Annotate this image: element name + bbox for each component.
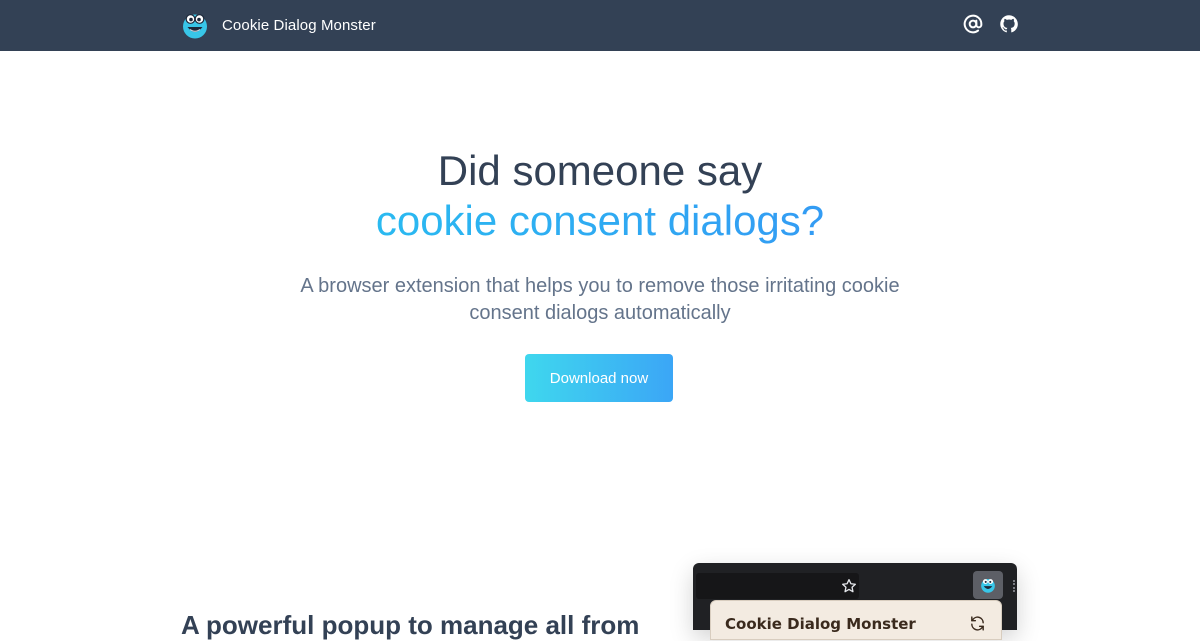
header-icon-links bbox=[963, 14, 1019, 34]
mock-url-bar bbox=[696, 573, 859, 599]
star-icon bbox=[842, 579, 856, 593]
browser-mockup: Cookie Dialog Monster bbox=[693, 563, 1017, 640]
extension-popup: Cookie Dialog Monster bbox=[710, 600, 1002, 640]
hero-title: Did someone say cookie consent dialogs? bbox=[0, 146, 1200, 246]
brand-name: Cookie Dialog Monster bbox=[222, 16, 376, 34]
hero-subtitle: A browser extension that helps you to re… bbox=[300, 275, 900, 324]
brand-link[interactable]: Cookie Dialog Monster bbox=[181, 11, 376, 39]
refresh-icon bbox=[971, 616, 984, 631]
top-navbar: Cookie Dialog Monster bbox=[0, 0, 1200, 51]
monster-extension-icon bbox=[981, 579, 995, 593]
hero-title-accent: cookie consent dialogs? bbox=[0, 196, 1200, 246]
monster-extension-button bbox=[973, 571, 1003, 599]
overflow-menu-icon bbox=[1013, 580, 1015, 592]
download-now-button[interactable]: Download now bbox=[525, 354, 673, 402]
popup-title: Cookie Dialog Monster bbox=[725, 615, 916, 633]
at-sign-icon[interactable] bbox=[963, 14, 983, 34]
monster-logo-icon bbox=[183, 14, 207, 39]
github-icon[interactable] bbox=[999, 14, 1019, 34]
feature-heading: A powerful popup to manage all from bbox=[181, 610, 640, 640]
hero-title-line1: Did someone say bbox=[437, 147, 763, 194]
